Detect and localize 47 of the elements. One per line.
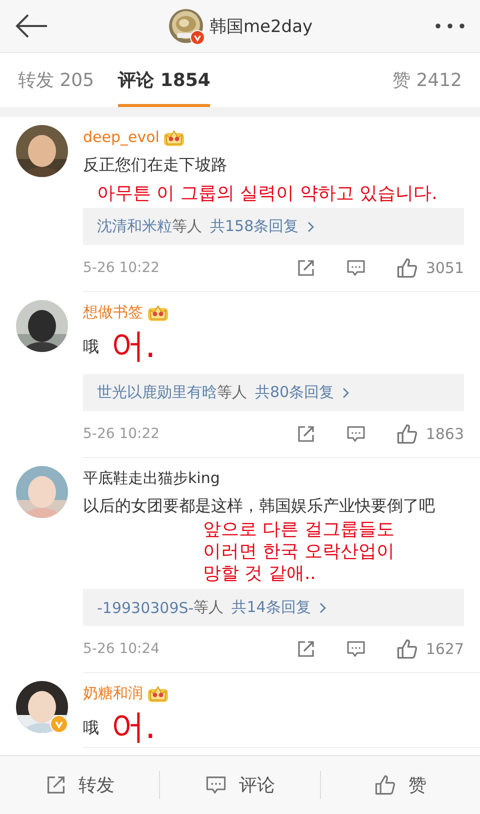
like-count: 1863 bbox=[426, 425, 464, 443]
translation-note: 이러면 한국 오락산업이 bbox=[203, 541, 394, 563]
chevron-icon bbox=[306, 220, 315, 232]
account-name: 韩国me2day bbox=[209, 16, 313, 38]
like-icon bbox=[374, 774, 396, 796]
user-name[interactable]: 想做书签 bbox=[83, 302, 143, 322]
replies-link[interactable]: 沈清和米粒等人 共158条回复 bbox=[83, 208, 464, 245]
comment-icon[interactable] bbox=[346, 424, 366, 444]
action-button[interactable]: 评论 bbox=[160, 756, 320, 814]
repost-icon[interactable] bbox=[296, 258, 316, 278]
comment-time: 5-26 10:24 bbox=[83, 641, 160, 657]
like-icon[interactable] bbox=[396, 257, 418, 279]
chevron-icon bbox=[342, 386, 350, 398]
user-name[interactable]: 平底鞋走出猫步king bbox=[83, 468, 220, 488]
replies-link[interactable]: -19930309S-等人 共14条回复 bbox=[83, 589, 464, 626]
comment-text: 哦 bbox=[83, 716, 99, 738]
comment-icon[interactable] bbox=[346, 258, 366, 278]
comment-icon[interactable] bbox=[346, 639, 366, 659]
chevron-icon bbox=[318, 602, 327, 614]
comment-time: 5-26 10:22 bbox=[83, 426, 160, 442]
repost-icon[interactable] bbox=[296, 639, 316, 659]
translation-note: 망할 것 같애.. bbox=[203, 563, 316, 585]
translation-note: 앞으로 다른 걸그룹들도 bbox=[203, 519, 394, 541]
repost-icon[interactable] bbox=[296, 424, 316, 444]
like-count: 3051 bbox=[426, 259, 464, 277]
back-icon[interactable] bbox=[14, 13, 48, 39]
tab[interactable]: 评论 1854 bbox=[118, 53, 210, 107]
comment-icon bbox=[204, 774, 227, 796]
repost-icon bbox=[44, 774, 67, 796]
tab[interactable]: 转发 205 bbox=[18, 53, 94, 107]
comment-text: 反正您们在走下坡路 bbox=[83, 155, 227, 174]
replies-link[interactable]: 世光以鹿勋里有晗等人 共80条回复 bbox=[83, 374, 464, 411]
translation-note: 어. bbox=[111, 326, 156, 366]
like-icon[interactable] bbox=[396, 423, 418, 445]
comment-text: 哦 bbox=[83, 336, 99, 358]
like-count: 1627 bbox=[426, 640, 464, 658]
comment-text: 以后的女团要都是这样，韩国娱乐产业快要倒了吧 bbox=[83, 496, 435, 515]
action-button[interactable]: 转发 bbox=[0, 756, 160, 814]
translation-note: 어. bbox=[111, 707, 156, 747]
tab[interactable]: 赞 2412 bbox=[392, 53, 462, 107]
user-name[interactable]: 奶糖和润 bbox=[83, 684, 143, 702]
more-icon[interactable] bbox=[434, 22, 466, 30]
user-name[interactable]: deep_evol bbox=[83, 128, 160, 146]
like-icon[interactable] bbox=[396, 638, 418, 660]
action-button[interactable]: 赞 bbox=[320, 756, 480, 814]
comment-time: 5-26 10:22 bbox=[83, 260, 160, 276]
translation-note: 아무튼 이 그룹의 실력이 약하고 있습니다. bbox=[97, 183, 438, 204]
